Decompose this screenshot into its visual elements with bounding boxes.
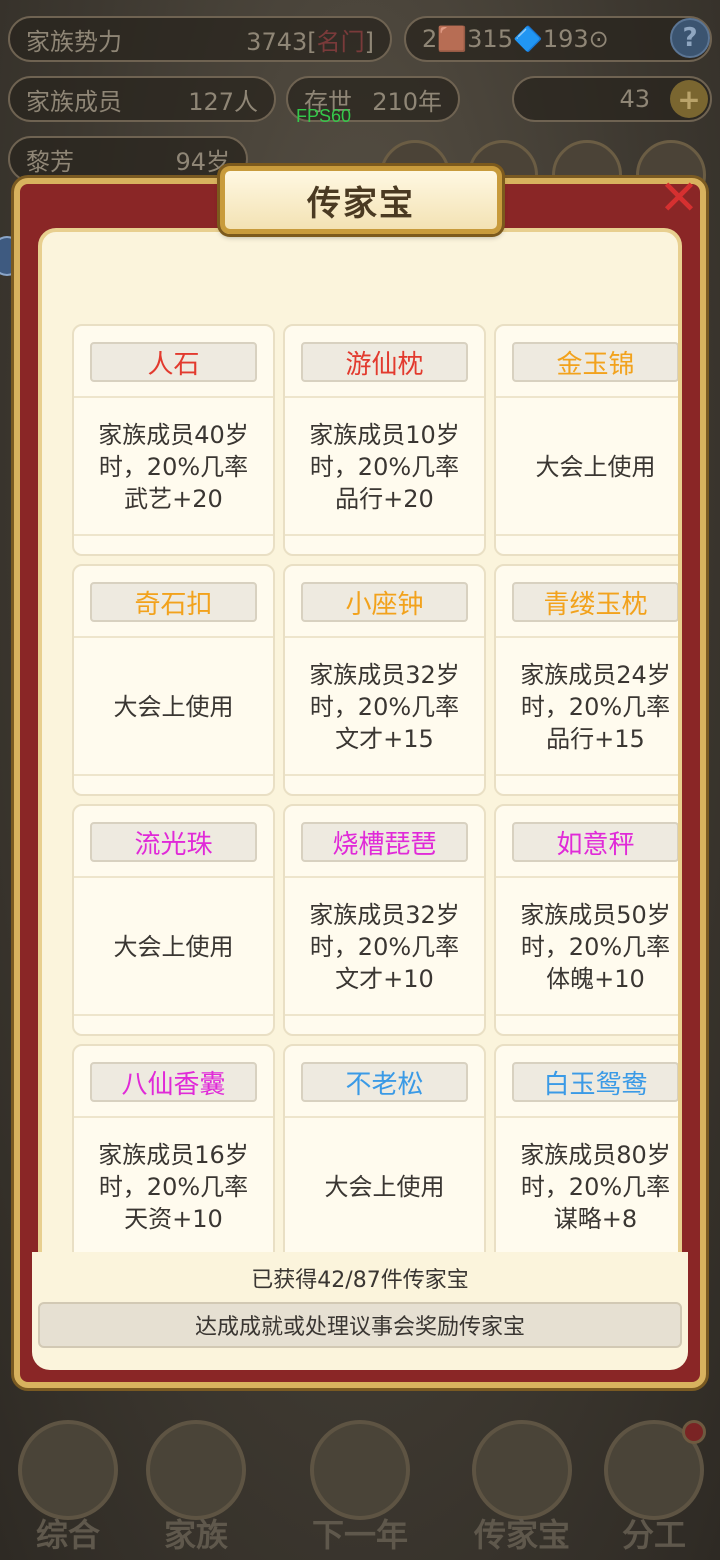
card-divider	[285, 396, 484, 398]
family-members-label: 家族成员	[26, 87, 122, 116]
modal-title: 传家宝	[220, 166, 502, 234]
heirloom-card[interactable]: 小座钟家族成员32岁 时，20%几率 文才+15	[283, 564, 486, 796]
close-icon[interactable]: ✕	[644, 160, 714, 236]
heirloom-description: 大会上使用	[113, 933, 234, 961]
card-divider	[74, 396, 273, 398]
heirloom-name: 青缕玉枕	[512, 582, 678, 622]
heirloom-card[interactable]: 白玉鸳鸯家族成员80岁 时，20%几率 谋略+8	[494, 1044, 678, 1276]
heirloom-description: 家族成员10岁 时，20%几率 品行+20	[309, 421, 460, 513]
nav-next-year-label: 下一年	[311, 1516, 408, 1554]
card-footer	[496, 1014, 678, 1034]
person-stat[interactable]: 黎芳 94岁	[8, 136, 248, 182]
nav-heirloom-label: 传家宝	[473, 1516, 570, 1554]
scroll-icon	[18, 1420, 118, 1520]
modal-footer: 已获得42/87件传家宝 达成成就或处理议事会奖励传家宝	[32, 1252, 688, 1370]
heirloom-name: 如意秤	[512, 822, 678, 862]
nav-heirloom[interactable]: 传家宝	[452, 1400, 592, 1560]
heirloom-description: 家族成员16岁 时，20%几率 天资+10	[98, 1141, 249, 1233]
nav-overview-label: 综合	[35, 1516, 100, 1554]
heirloom-card[interactable]: 如意秤家族成员50岁 时，20%几率 体魄+10	[494, 804, 678, 1036]
heirloom-card[interactable]: 八仙香囊家族成员16岁 时，20%几率 天资+10	[72, 1044, 275, 1276]
heirloom-name: 奇石扣	[90, 582, 257, 622]
heirloom-name: 八仙香囊	[90, 1062, 257, 1102]
card-footer	[285, 774, 484, 794]
card-divider	[285, 1116, 484, 1118]
heirloom-grid: 人石 家族成员40岁 时，20%几率 武艺+20 游仙枕 家族成员10岁 时，20%几…	[72, 324, 678, 1314]
heirloom-description: 家族成员40岁 时，20%几率 武艺+20	[98, 421, 249, 513]
heirloom-card[interactable]: 人石家族成员40岁 时，20%几率 武艺+20	[72, 324, 275, 556]
card-divider	[285, 876, 484, 878]
heirloom-description: 家族成员24岁 时，20%几率 品行+15	[520, 661, 671, 753]
heirloom-card[interactable]: 奇石扣 大会上使用	[72, 564, 275, 796]
nav-next-year[interactable]: 下一年	[290, 1400, 430, 1560]
years-value: 210年	[372, 87, 442, 116]
heirloom-modal: 人石 家族成员40岁 时，20%几率 武艺+20 游仙枕 家族成员10岁 时，20%几…	[14, 178, 706, 1388]
bottom-nav: 综合 家族 下一年 传家宝 分工	[0, 1400, 720, 1560]
nav-overview[interactable]: 综合	[0, 1400, 138, 1560]
heirloom-description: 家族成员80岁 时，20%几率 谋略+8	[520, 1141, 671, 1233]
heirloom-card[interactable]: 不老松 大会上使用	[283, 1044, 486, 1276]
family-members-stat: 家族成员 127人	[8, 76, 276, 122]
fps-counter: FPS60	[296, 106, 352, 126]
heirloom-name: 金玉锦	[512, 342, 678, 382]
card-footer	[285, 534, 484, 554]
card-divider	[496, 396, 678, 398]
card-footer	[496, 774, 678, 794]
gold-value: 43	[619, 85, 650, 113]
heirloom-card[interactable]: 青缕玉枕家族成员24岁 时，20%几率 品行+15	[494, 564, 678, 796]
heirloom-name: 白玉鸳鸯	[512, 1062, 678, 1102]
heirloom-card[interactable]: 流光珠 大会上使用	[72, 804, 275, 1036]
card-footer	[285, 1014, 484, 1034]
heirloom-name: 人石	[90, 342, 257, 382]
heirloom-name: 烧槽琵琶	[301, 822, 468, 862]
heirloom-description: 大会上使用	[324, 1173, 445, 1201]
card-divider	[74, 1116, 273, 1118]
heirloom-description: 家族成员32岁 时，20%几率 文才+15	[309, 661, 460, 753]
reward-hint-bar: 达成成就或处理议事会奖励传家宝	[38, 1302, 682, 1348]
heirloom-description: 大会上使用	[113, 693, 234, 721]
heirloom-content: 人石 家族成员40岁 时，20%几率 武艺+20 游仙枕 家族成员10岁 时，20%几…	[38, 228, 682, 1364]
family-power-label: 家族势力	[26, 27, 122, 56]
notification-dot-icon	[682, 1420, 706, 1444]
card-divider	[74, 876, 273, 878]
collection-progress: 已获得42/87件传家宝	[251, 1268, 469, 1293]
jade-icon	[472, 1420, 572, 1520]
person-name: 黎芳	[26, 147, 74, 176]
card-divider	[74, 636, 273, 638]
card-footer	[496, 534, 678, 554]
heirloom-card[interactable]: 烧槽琵琶家族成员32岁 时，20%几率 文才+10	[283, 804, 486, 1036]
currency-values: 2🟫315🔷193⊙	[422, 25, 609, 53]
heirloom-card[interactable]: 游仙枕家族成员10岁 时，20%几率 品行+20	[283, 324, 486, 556]
add-gold-button[interactable]: +	[670, 80, 708, 118]
heirloom-name: 游仙枕	[301, 342, 468, 382]
heirloom-description: 大会上使用	[535, 453, 656, 481]
nav-division-label: 分工	[621, 1516, 686, 1554]
house-icon	[146, 1420, 246, 1520]
card-divider	[285, 636, 484, 638]
family-members-value: 127人	[188, 87, 258, 116]
heirloom-description: 家族成员50岁 时，20%几率 体魄+10	[520, 901, 671, 993]
mountain-icon	[310, 1420, 410, 1520]
heirloom-name: 流光珠	[90, 822, 257, 862]
card-footer	[74, 534, 273, 554]
nav-family-label: 家族	[163, 1516, 228, 1554]
heirloom-name: 不老松	[301, 1062, 468, 1102]
heirloom-description: 家族成员32岁 时，20%几率 文才+10	[309, 901, 460, 993]
heirloom-card[interactable]: 金玉锦 大会上使用	[494, 324, 678, 556]
card-footer	[74, 1014, 273, 1034]
card-divider	[496, 1116, 678, 1118]
help-button[interactable]: ?	[670, 18, 710, 58]
currency-stat: 2🟫315🔷193⊙	[404, 16, 712, 62]
family-power-value: 3743[名门]	[246, 27, 374, 56]
nav-family[interactable]: 家族	[126, 1400, 266, 1560]
card-footer	[74, 774, 273, 794]
heirloom-name: 小座钟	[301, 582, 468, 622]
card-divider	[496, 636, 678, 638]
family-power-stat: 家族势力 3743[名门]	[8, 16, 392, 62]
card-divider	[496, 876, 678, 878]
